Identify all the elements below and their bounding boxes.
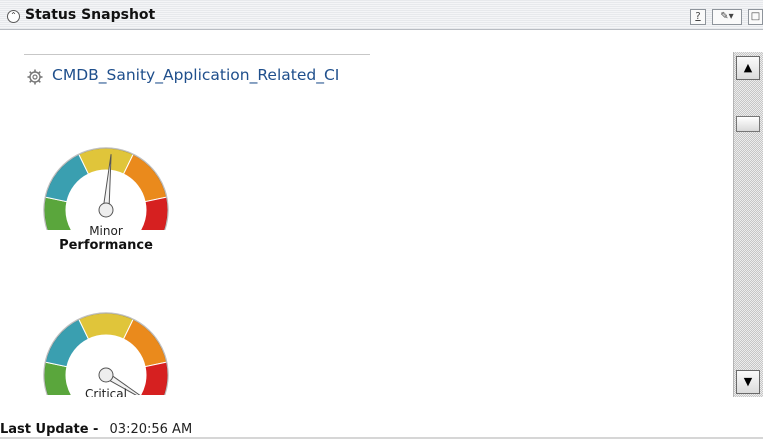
gauge-hub: [98, 202, 114, 218]
maximize-button[interactable]: □: [748, 9, 763, 25]
last-update-label: Last Update -: [0, 422, 99, 437]
scroll-up-button[interactable]: ▲: [736, 56, 760, 80]
gear-icon: [27, 69, 43, 85]
performance-gauge[interactable]: Minor Performance: [40, 140, 172, 253]
last-update-time: 03:20:56 AM: [109, 422, 193, 437]
gauge-hub: [98, 367, 114, 383]
vertical-scrollbar[interactable]: ▲ ▼: [733, 52, 763, 397]
scroll-thumb[interactable]: [736, 116, 760, 132]
application-link[interactable]: CMDB_Sanity_Application_Related_CI: [52, 66, 339, 84]
scroll-down-button[interactable]: ▼: [736, 370, 760, 394]
gauge-label: Performance: [59, 238, 153, 253]
last-update: Last Update - 03:20:56 AM: [0, 418, 192, 438]
gauge-status: Minor: [89, 224, 123, 238]
divider: [24, 54, 370, 55]
gauge-dial: [43, 147, 169, 230]
availability-gauge[interactable]: Critical: [40, 305, 172, 397]
portlet-content: CMDB_Sanity_Application_Related_CI Minor…: [0, 0, 733, 397]
gauge-status: Critical: [85, 387, 127, 397]
gauge-dial: [43, 312, 169, 395]
